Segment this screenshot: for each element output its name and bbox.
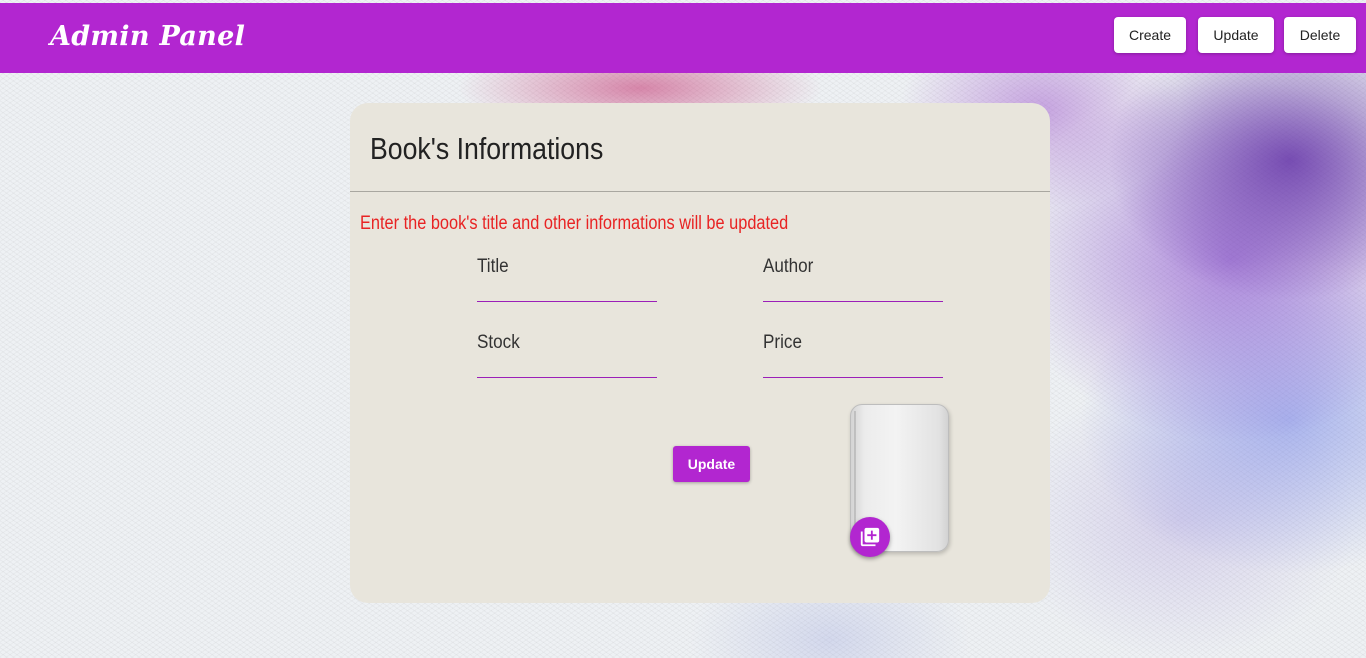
update-nav-button[interactable]: Update (1198, 17, 1274, 53)
title-label: Title (477, 256, 509, 277)
price-input[interactable] (763, 354, 943, 378)
card-title: Book's Informations (370, 131, 604, 166)
update-submit-button[interactable]: Update (673, 446, 750, 482)
create-button[interactable]: Create (1114, 17, 1186, 53)
title-field: Title (477, 256, 657, 302)
stock-field: Stock (477, 332, 657, 378)
app-header: Admin Panel Create Update Delete (0, 3, 1366, 73)
stock-input[interactable] (477, 354, 657, 378)
price-label: Price (763, 332, 802, 353)
price-field: Price (763, 332, 943, 378)
title-input[interactable] (477, 278, 657, 302)
delete-button[interactable]: Delete (1284, 17, 1356, 53)
app-title: Admin Panel (50, 21, 246, 52)
author-input[interactable] (763, 278, 943, 302)
author-label: Author (763, 256, 814, 277)
book-form-card: Book's Informations Enter the book's tit… (350, 103, 1050, 603)
card-divider (350, 191, 1050, 192)
stock-label: Stock (477, 332, 520, 353)
upload-cover-button[interactable] (850, 517, 890, 557)
update-hint: Enter the book's title and other informa… (360, 213, 789, 234)
author-field: Author (763, 256, 943, 302)
add-photo-library-icon (860, 527, 880, 547)
